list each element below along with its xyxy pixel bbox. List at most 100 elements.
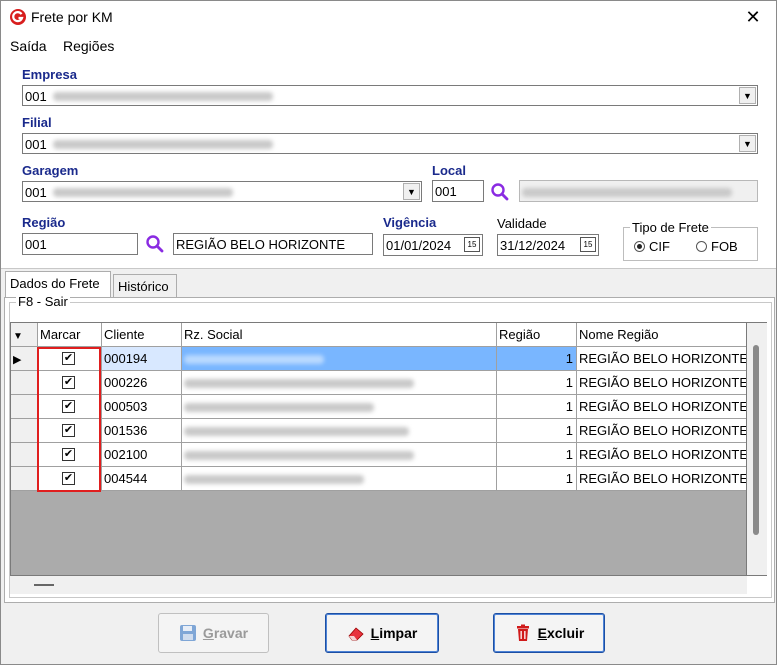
tab-strip: Dados do Frete Histórico: [1, 269, 776, 299]
chevron-down-icon[interactable]: ▼: [739, 87, 756, 104]
radio-cif-label: CIF: [649, 239, 670, 254]
trash-icon: [516, 624, 529, 641]
validade-date-input[interactable]: 31/12/2024 15: [497, 234, 599, 256]
calendar-icon[interactable]: 15: [580, 237, 596, 252]
menu-saida[interactable]: Saída: [10, 38, 47, 54]
row-indicator[interactable]: [11, 467, 38, 491]
row-indicator[interactable]: [11, 371, 38, 395]
garagem-label: Garagem: [22, 163, 79, 178]
regiao-cell: 1: [497, 371, 577, 395]
filial-select[interactable]: 001 ▼: [22, 133, 758, 154]
garagem-select[interactable]: 001 ▼: [22, 181, 422, 202]
horizontal-scrollbar[interactable]: [10, 576, 747, 594]
local-label: Local: [432, 163, 466, 178]
nome-regiao-cell: REGIÃO BELO HORIZONTE: [577, 467, 746, 491]
table-row[interactable]: ✔ 000503 1 REGIÃO BELO HORIZONTE: [11, 395, 746, 419]
table-row[interactable]: ✔ 000226 1 REGIÃO BELO HORIZONTE: [11, 371, 746, 395]
scroll-thumb[interactable]: [34, 584, 54, 586]
local-name-blurred: [522, 188, 732, 198]
regiao-name-field: REGIÃO BELO HORIZONTE: [173, 233, 373, 255]
row-indicator[interactable]: ▶: [11, 347, 38, 371]
vertical-scrollbar[interactable]: [747, 322, 767, 576]
row-pointer-icon: ▶: [13, 354, 22, 366]
regiao-code-input[interactable]: 001: [22, 233, 138, 255]
table-row[interactable]: ✔ 002100 1 REGIÃO BELO HORIZONTE: [11, 443, 746, 467]
regiao-label: Região: [22, 215, 66, 230]
radio-fob[interactable]: FOB: [696, 239, 738, 254]
search-icon[interactable]: [145, 234, 165, 254]
rz-social-cell: [182, 467, 497, 491]
header-indicator[interactable]: ▼: [11, 323, 38, 347]
chevron-down-icon[interactable]: ▼: [739, 135, 756, 152]
chevron-down-icon[interactable]: ▼: [403, 183, 420, 200]
calendar-icon[interactable]: 15: [464, 237, 480, 252]
table-row[interactable]: ▶ ✔ 000194 1 REGIÃO BELO HORIZONTE: [11, 347, 746, 371]
regiao-name: REGIÃO BELO HORIZONTE: [176, 237, 346, 252]
vigencia-value: 01/01/2024: [386, 238, 452, 253]
excluir-button[interactable]: Excluir: [493, 613, 605, 653]
save-icon: [179, 625, 196, 641]
regiao-cell: 1: [497, 395, 577, 419]
row-indicator[interactable]: [11, 395, 38, 419]
marcar-highlight-box: [37, 347, 101, 492]
app-logo-icon: [10, 9, 26, 25]
empresa-code: 001: [25, 89, 47, 104]
gravar-label: Gravar: [202, 625, 249, 641]
local-name-field: [519, 180, 758, 202]
grid-header: ▼ Marcar Cliente Rz. Social Região Nome …: [11, 323, 746, 347]
nome-regiao-cell: REGIÃO BELO HORIZONTE: [577, 443, 746, 467]
regiao-cell: 1: [497, 443, 577, 467]
row-indicator[interactable]: [11, 443, 38, 467]
col-marcar[interactable]: Marcar: [38, 323, 102, 347]
table-row[interactable]: ✔ 004544 1 REGIÃO BELO HORIZONTE: [11, 467, 746, 491]
validade-value: 31/12/2024: [500, 238, 566, 253]
regiao-cell: 1: [497, 467, 577, 491]
eraser-icon: [348, 627, 364, 641]
validade-label: Validade: [497, 216, 547, 231]
col-rz-social[interactable]: Rz. Social: [182, 323, 497, 347]
limpar-button[interactable]: Limpar: [325, 613, 439, 653]
tipo-frete-label: Tipo de Frete: [630, 220, 711, 235]
empresa-name-blurred: [53, 92, 273, 101]
rz-social-cell: [182, 419, 497, 443]
tab-historico[interactable]: Histórico: [113, 274, 177, 299]
tab-label: Dados do Frete: [10, 276, 100, 291]
cliente-cell: 002100: [102, 443, 182, 467]
col-regiao[interactable]: Região: [497, 323, 577, 347]
regiao-cell: 1: [497, 347, 577, 371]
cliente-cell: 000194: [102, 347, 182, 371]
limpar-label: Limpar: [370, 625, 418, 641]
button-bar: Gravar Limpar Excluir: [1, 604, 776, 664]
f8-label: F8 - Sair: [16, 294, 70, 309]
menu-bar: Saída Regiões: [1, 35, 776, 57]
garagem-name-blurred: [53, 188, 233, 197]
menu-regioes[interactable]: Regiões: [63, 38, 114, 54]
window: Frete por KM ✕ Saída Regiões Empresa 001…: [0, 0, 777, 665]
nome-regiao-cell: REGIÃO BELO HORIZONTE: [577, 419, 746, 443]
data-grid[interactable]: ▼ Marcar Cliente Rz. Social Região Nome …: [10, 322, 747, 576]
vigencia-date-input[interactable]: 01/01/2024 15: [383, 234, 483, 256]
table-row[interactable]: ✔ 001536 1 REGIÃO BELO HORIZONTE: [11, 419, 746, 443]
local-code-input[interactable]: 001: [432, 180, 484, 202]
col-nome-regiao[interactable]: Nome Região: [577, 323, 746, 347]
radio-unselected-icon: [696, 241, 707, 252]
rz-social-cell: [182, 347, 497, 371]
rz-social-cell: [182, 395, 497, 419]
garagem-code: 001: [25, 185, 47, 200]
rz-social-cell: [182, 443, 497, 467]
gravar-button[interactable]: Gravar: [158, 613, 269, 653]
cliente-cell: 000503: [102, 395, 182, 419]
scroll-thumb[interactable]: [753, 345, 759, 535]
radio-cif[interactable]: CIF: [634, 239, 670, 254]
close-button[interactable]: ✕: [730, 1, 776, 34]
col-cliente[interactable]: Cliente: [102, 323, 182, 347]
title-bar: Frete por KM ✕: [1, 1, 776, 35]
cliente-cell: 001536: [102, 419, 182, 443]
nome-regiao-cell: REGIÃO BELO HORIZONTE: [577, 347, 746, 371]
search-icon[interactable]: [490, 182, 510, 202]
empresa-label: Empresa: [22, 67, 77, 82]
rz-social-cell: [182, 371, 497, 395]
empresa-select[interactable]: 001 ▼: [22, 85, 758, 106]
row-indicator[interactable]: [11, 419, 38, 443]
tipo-frete-group: Tipo de Frete CIF FOB: [623, 220, 758, 261]
